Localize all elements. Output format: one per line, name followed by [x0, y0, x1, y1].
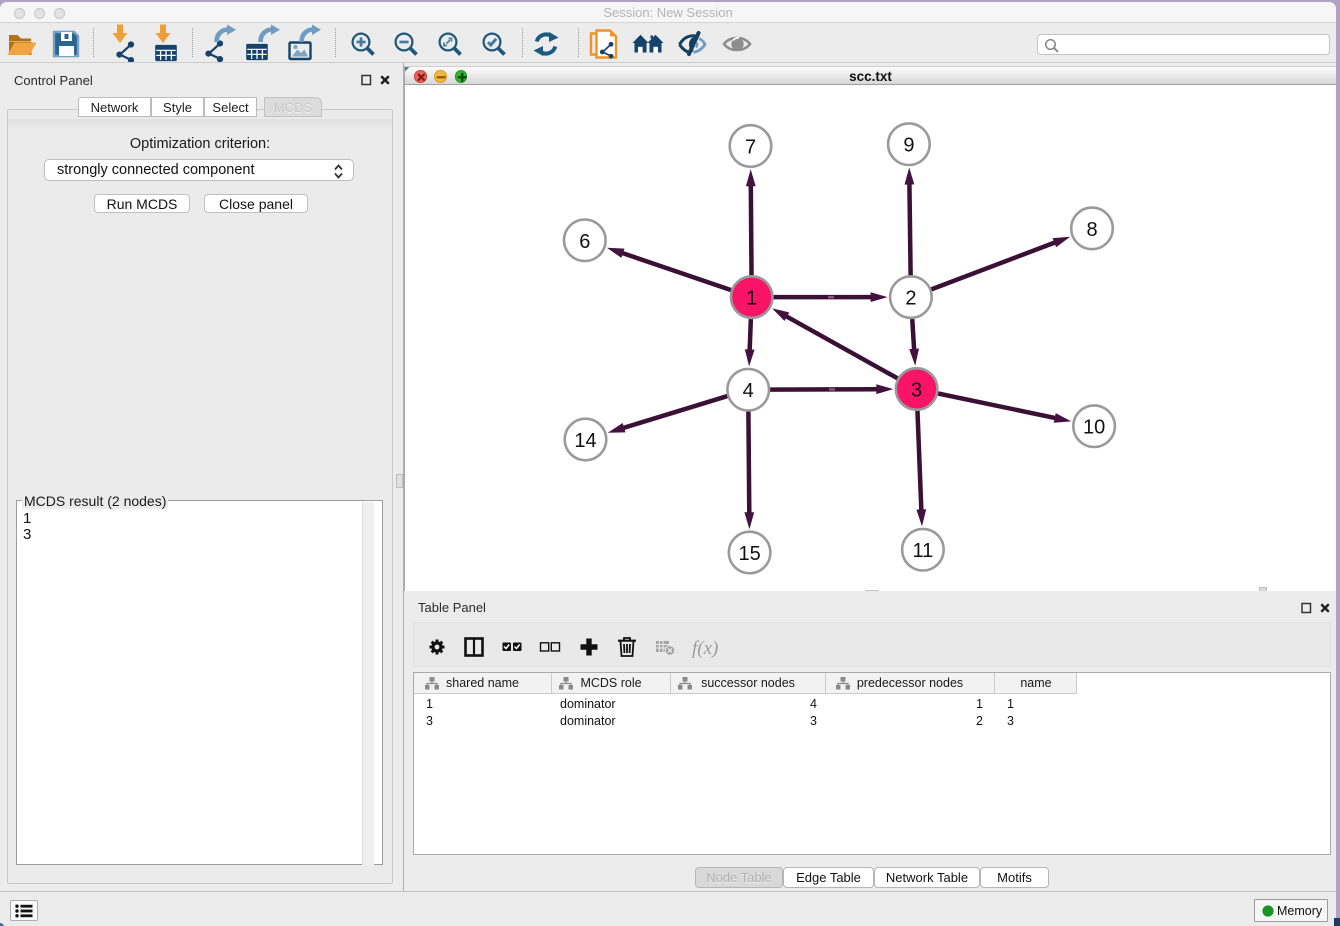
- svg-text:14: 14: [574, 430, 596, 452]
- svg-text:11: 11: [913, 540, 934, 562]
- svg-text:1: 1: [746, 288, 757, 310]
- svg-text:9: 9: [903, 135, 914, 157]
- svg-text:8: 8: [1086, 219, 1097, 241]
- svg-text:2: 2: [905, 288, 916, 310]
- svg-text:6: 6: [579, 231, 590, 253]
- svg-text:7: 7: [745, 137, 756, 159]
- svg-text:4: 4: [743, 380, 754, 402]
- svg-text:10: 10: [1083, 417, 1105, 439]
- svg-text:f(x): f(x): [692, 638, 718, 659]
- svg-text:3: 3: [911, 380, 922, 402]
- svg-text:15: 15: [738, 543, 760, 565]
